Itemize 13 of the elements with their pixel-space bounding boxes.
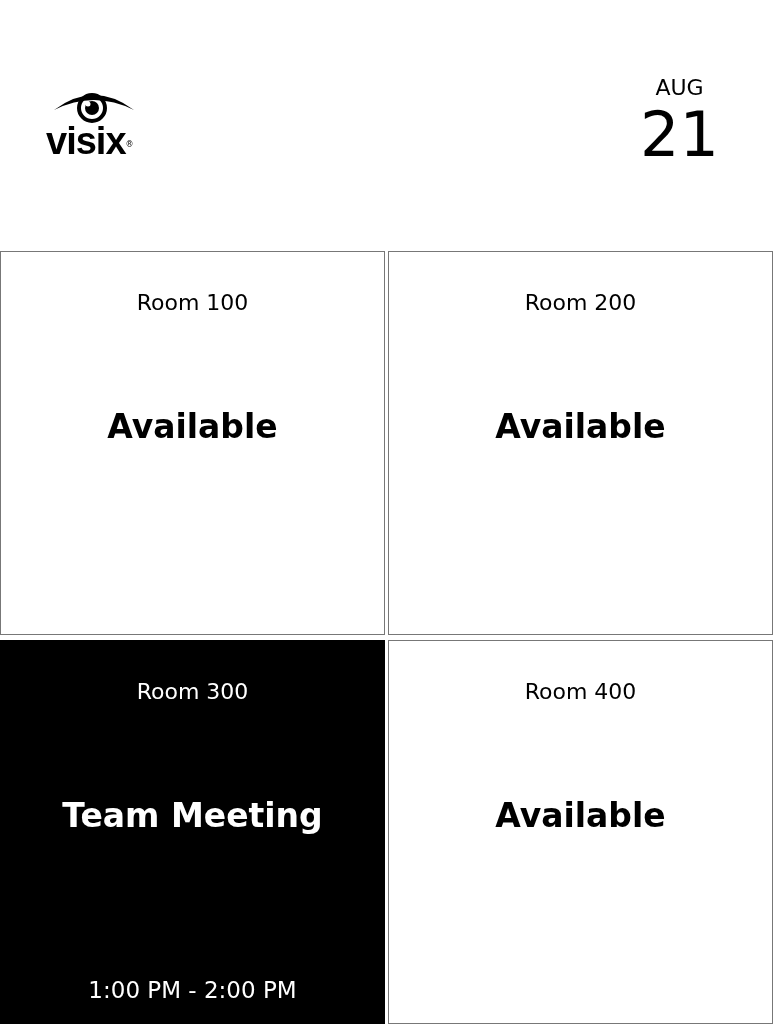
meeting-time: 1:00 PM - 2:00 PM: [88, 977, 297, 1003]
room-name: Room 400: [524, 679, 637, 704]
registered-mark: ®: [125, 140, 134, 149]
room-status: Available: [495, 796, 666, 835]
logo-wordmark: visix: [46, 122, 126, 160]
room-status: Available: [107, 407, 278, 446]
room-status: Available: [495, 407, 666, 446]
room-name: Room 200: [524, 290, 637, 315]
room-name: Room 300: [136, 679, 249, 704]
date-month: AUG: [655, 74, 704, 102]
date-day: 21: [640, 102, 719, 168]
room-name: Room 100: [136, 290, 249, 315]
room-status: Team Meeting: [62, 796, 323, 835]
